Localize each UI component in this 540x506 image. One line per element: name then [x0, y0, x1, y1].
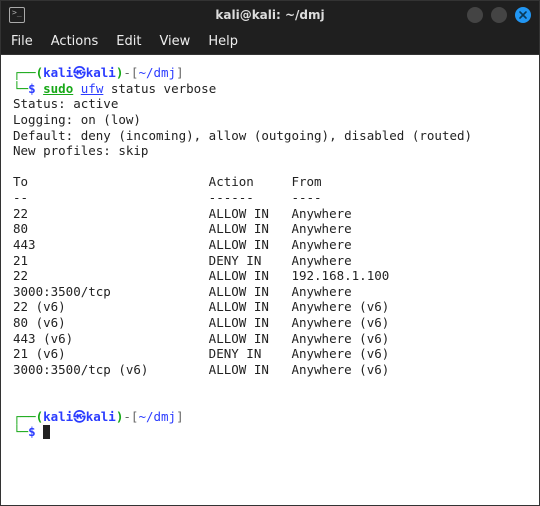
rule-row: 443 (v6) ALLOW IN Anywhere (v6) [13, 331, 527, 347]
window-controls [467, 7, 531, 23]
menu-edit[interactable]: Edit [116, 34, 141, 49]
window-title: kali@kali: ~/dmj [215, 8, 324, 22]
cmd-sudo: sudo [43, 81, 73, 96]
rule-row: 3000:3500/tcp (v6) ALLOW IN Anywhere (v6… [13, 362, 527, 378]
menu-help[interactable]: Help [208, 34, 238, 49]
close-button[interactable] [515, 7, 531, 23]
menu-actions[interactable]: Actions [51, 34, 99, 49]
menu-view[interactable]: View [159, 34, 190, 49]
output-newprofiles: New profiles: skip [13, 143, 527, 159]
rule-row: 3000:3500/tcp ALLOW IN Anywhere [13, 284, 527, 300]
output-logging: Logging: on (low) [13, 112, 527, 128]
maximize-button[interactable] [491, 7, 507, 23]
close-icon [518, 10, 528, 20]
terminal-app-icon: >_ [9, 7, 25, 23]
menu-file[interactable]: File [11, 34, 33, 49]
rule-row: 22 ALLOW IN 192.168.1.100 [13, 268, 527, 284]
rule-row: 80 ALLOW IN Anywhere [13, 221, 527, 237]
rule-row: 80 (v6) ALLOW IN Anywhere (v6) [13, 315, 527, 331]
rule-row: 22 (v6) ALLOW IN Anywhere (v6) [13, 299, 527, 315]
rule-row: 21 DENY IN Anywhere [13, 253, 527, 269]
cmd-ufw: ufw [81, 81, 104, 96]
cursor [43, 425, 50, 439]
output-blank-2 [13, 378, 527, 394]
output-defaults: Default: deny (incoming), allow (outgoin… [13, 128, 527, 144]
rules-header-underline: -- ------ ---- [13, 190, 527, 206]
rule-row: 21 (v6) DENY IN Anywhere (v6) [13, 346, 527, 362]
output-blank-3 [13, 393, 527, 409]
prompt-line-1: ┌──(kali㉿kali)-[~/dmj] [13, 65, 527, 81]
terminal-area[interactable]: ┌──(kali㉿kali)-[~/dmj]└─$ sudo ufw statu… [1, 55, 539, 505]
prompt-line-1: ┌──(kali㉿kali)-[~/dmj] [13, 409, 527, 425]
rule-row: 443 ALLOW IN Anywhere [13, 237, 527, 253]
prompt-line-2: └─$ [13, 424, 527, 440]
cmd-args: status verbose [103, 81, 216, 96]
output-blank [13, 159, 527, 175]
menubar: File Actions Edit View Help [1, 29, 539, 55]
titlebar: >_ kali@kali: ~/dmj [1, 1, 539, 29]
minimize-button[interactable] [467, 7, 483, 23]
output-status: Status: active [13, 96, 527, 112]
prompt-line-2: └─$ sudo ufw status verbose [13, 81, 527, 97]
rule-row: 22 ALLOW IN Anywhere [13, 206, 527, 222]
rules-header: To Action From [13, 174, 527, 190]
